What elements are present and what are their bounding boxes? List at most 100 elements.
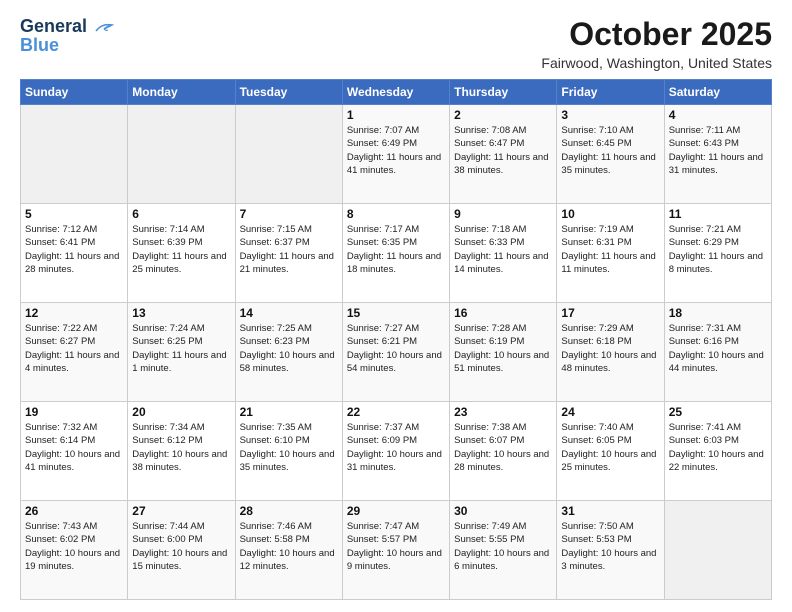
- day-info: Sunrise: 7:17 AMSunset: 6:35 PMDaylight:…: [347, 223, 445, 276]
- day-info: Sunrise: 7:34 AMSunset: 6:12 PMDaylight:…: [132, 421, 230, 474]
- calendar-week-row: 1Sunrise: 7:07 AMSunset: 6:49 PMDaylight…: [21, 105, 772, 204]
- day-number: 21: [240, 405, 338, 419]
- day-info: Sunrise: 7:43 AMSunset: 6:02 PMDaylight:…: [25, 520, 123, 573]
- calendar-cell: 10 Sunrise: 7:19 AMSunset: 6:31 PMDayligh…: [557, 204, 664, 303]
- day-info: Sunrise: 7:31 AMSunset: 6:16 PMDaylight:…: [669, 322, 767, 375]
- day-info: Sunrise: 7:24 AMSunset: 6:25 PMDaylight:…: [132, 322, 230, 375]
- day-info: Sunrise: 7:08 AMSunset: 6:47 PMDaylight:…: [454, 124, 552, 177]
- day-info: Sunrise: 7:25 AMSunset: 6:23 PMDaylight:…: [240, 322, 338, 375]
- day-number: 24: [561, 405, 659, 419]
- day-number: 29: [347, 504, 445, 518]
- calendar-cell: 27Sunrise: 7:44 AMSunset: 6:00 PMDayligh…: [128, 501, 235, 600]
- calendar-cell: 2Sunrise: 7:08 AMSunset: 6:47 PMDaylight…: [450, 105, 557, 204]
- day-info: Sunrise: 7:11 AMSunset: 6:43 PMDaylight:…: [669, 124, 767, 177]
- calendar-table: SundayMondayTuesdayWednesdayThursdayFrid…: [20, 79, 772, 600]
- calendar-cell: 1Sunrise: 7:07 AMSunset: 6:49 PMDaylight…: [342, 105, 449, 204]
- day-info: Sunrise: 7:41 AMSunset: 6:03 PMDaylight:…: [669, 421, 767, 474]
- day-number: 15: [347, 306, 445, 320]
- calendar-week-row: 5Sunrise: 7:12 AMSunset: 6:41 PMDaylight…: [21, 204, 772, 303]
- day-number: 8: [347, 207, 445, 221]
- weekday-header-friday: Friday: [557, 80, 664, 105]
- calendar-week-row: 26Sunrise: 7:43 AMSunset: 6:02 PMDayligh…: [21, 501, 772, 600]
- day-info: Sunrise: 7:28 AMSunset: 6:19 PMDaylight:…: [454, 322, 552, 375]
- day-number: 3: [561, 108, 659, 122]
- calendar-cell: 9 Sunrise: 7:18 AMSunset: 6:33 PMDaylight…: [450, 204, 557, 303]
- logo-text: General: [20, 16, 114, 37]
- calendar-week-row: 19 Sunrise: 7:32 AMSunset: 6:14 PMDayligh…: [21, 402, 772, 501]
- calendar-cell: [664, 501, 771, 600]
- calendar-cell: 5Sunrise: 7:12 AMSunset: 6:41 PMDaylight…: [21, 204, 128, 303]
- day-info: Sunrise: 7:35 AMSunset: 6:10 PMDaylight:…: [240, 421, 338, 474]
- calendar-cell: 11 Sunrise: 7:21 AMSunset: 6:29 PMDayligh…: [664, 204, 771, 303]
- weekday-header-tuesday: Tuesday: [235, 80, 342, 105]
- day-number: 28: [240, 504, 338, 518]
- day-number: 18: [669, 306, 767, 320]
- day-number: 10: [561, 207, 659, 221]
- calendar-cell: 23Sunrise: 7:38 AMSunset: 6:07 PMDayligh…: [450, 402, 557, 501]
- calendar-cell: 6Sunrise: 7:14 AMSunset: 6:39 PMDaylight…: [128, 204, 235, 303]
- day-number: 13: [132, 306, 230, 320]
- calendar-cell: 22Sunrise: 7:37 AMSunset: 6:09 PMDayligh…: [342, 402, 449, 501]
- calendar-cell: 16 Sunrise: 7:28 AMSunset: 6:19 PMDayligh…: [450, 303, 557, 402]
- day-info: Sunrise: 7:21 AMSunset: 6:29 PMDaylight:…: [669, 223, 767, 276]
- calendar-cell: 14Sunrise: 7:25 AMSunset: 6:23 PMDayligh…: [235, 303, 342, 402]
- weekday-header-monday: Monday: [128, 80, 235, 105]
- header: General Blue October 2025 Fairwood, Wash…: [20, 16, 772, 71]
- day-info: Sunrise: 7:46 AMSunset: 5:58 PMDaylight:…: [240, 520, 338, 573]
- calendar-cell: 17Sunrise: 7:29 AMSunset: 6:18 PMDayligh…: [557, 303, 664, 402]
- calendar-cell: 29 Sunrise: 7:47 AMSunset: 5:57 PMDayligh…: [342, 501, 449, 600]
- calendar-cell: [21, 105, 128, 204]
- day-number: 11: [669, 207, 767, 221]
- calendar-cell: 18 Sunrise: 7:31 AMSunset: 6:16 PMDayligh…: [664, 303, 771, 402]
- day-number: 4: [669, 108, 767, 122]
- day-number: 19: [25, 405, 123, 419]
- calendar-cell: 28 Sunrise: 7:46 AMSunset: 5:58 PMDayligh…: [235, 501, 342, 600]
- day-number: 23: [454, 405, 552, 419]
- day-number: 16: [454, 306, 552, 320]
- calendar-cell: 3Sunrise: 7:10 AMSunset: 6:45 PMDaylight…: [557, 105, 664, 204]
- day-number: 17: [561, 306, 659, 320]
- calendar-cell: [235, 105, 342, 204]
- page: General Blue October 2025 Fairwood, Wash…: [0, 0, 792, 612]
- weekday-header-sunday: Sunday: [21, 80, 128, 105]
- calendar-header-row: SundayMondayTuesdayWednesdayThursdayFrid…: [21, 80, 772, 105]
- day-info: Sunrise: 7:37 AMSunset: 6:09 PMDaylight:…: [347, 421, 445, 474]
- weekday-header-saturday: Saturday: [664, 80, 771, 105]
- day-info: Sunrise: 7:14 AMSunset: 6:39 PMDaylight:…: [132, 223, 230, 276]
- day-info: Sunrise: 7:40 AMSunset: 6:05 PMDaylight:…: [561, 421, 659, 474]
- calendar-cell: 12 Sunrise: 7:22 AMSunset: 6:27 PMDayligh…: [21, 303, 128, 402]
- logo-blue: Blue: [20, 35, 59, 56]
- calendar-cell: 21 Sunrise: 7:35 AMSunset: 6:10 PMDayligh…: [235, 402, 342, 501]
- day-info: Sunrise: 7:47 AMSunset: 5:57 PMDaylight:…: [347, 520, 445, 573]
- weekday-header-thursday: Thursday: [450, 80, 557, 105]
- calendar-cell: [128, 105, 235, 204]
- day-info: Sunrise: 7:22 AMSunset: 6:27 PMDaylight:…: [25, 322, 123, 375]
- calendar-cell: 31 Sunrise: 7:50 AMSunset: 5:53 PMDayligh…: [557, 501, 664, 600]
- day-number: 9: [454, 207, 552, 221]
- calendar-cell: 4 Sunrise: 7:11 AMSunset: 6:43 PMDaylight…: [664, 105, 771, 204]
- day-info: Sunrise: 7:19 AMSunset: 6:31 PMDaylight:…: [561, 223, 659, 276]
- location: Fairwood, Washington, United States: [541, 55, 772, 71]
- weekday-header-wednesday: Wednesday: [342, 80, 449, 105]
- day-number: 27: [132, 504, 230, 518]
- day-info: Sunrise: 7:18 AMSunset: 6:33 PMDaylight:…: [454, 223, 552, 276]
- calendar-cell: 8 Sunrise: 7:17 AMSunset: 6:35 PMDaylight…: [342, 204, 449, 303]
- logo: General Blue: [20, 16, 114, 56]
- day-number: 31: [561, 504, 659, 518]
- day-number: 30: [454, 504, 552, 518]
- title-block: October 2025 Fairwood, Washington, Unite…: [541, 16, 772, 71]
- month-title: October 2025: [541, 16, 772, 53]
- day-info: Sunrise: 7:27 AMSunset: 6:21 PMDaylight:…: [347, 322, 445, 375]
- day-info: Sunrise: 7:15 AMSunset: 6:37 PMDaylight:…: [240, 223, 338, 276]
- day-info: Sunrise: 7:12 AMSunset: 6:41 PMDaylight:…: [25, 223, 123, 276]
- day-number: 25: [669, 405, 767, 419]
- day-info: Sunrise: 7:49 AMSunset: 5:55 PMDaylight:…: [454, 520, 552, 573]
- day-info: Sunrise: 7:50 AMSunset: 5:53 PMDaylight:…: [561, 520, 659, 573]
- day-info: Sunrise: 7:32 AMSunset: 6:14 PMDaylight:…: [25, 421, 123, 474]
- day-number: 7: [240, 207, 338, 221]
- day-number: 12: [25, 306, 123, 320]
- calendar-week-row: 12 Sunrise: 7:22 AMSunset: 6:27 PMDayligh…: [21, 303, 772, 402]
- calendar-cell: 15 Sunrise: 7:27 AMSunset: 6:21 PMDayligh…: [342, 303, 449, 402]
- calendar-cell: 26Sunrise: 7:43 AMSunset: 6:02 PMDayligh…: [21, 501, 128, 600]
- day-number: 20: [132, 405, 230, 419]
